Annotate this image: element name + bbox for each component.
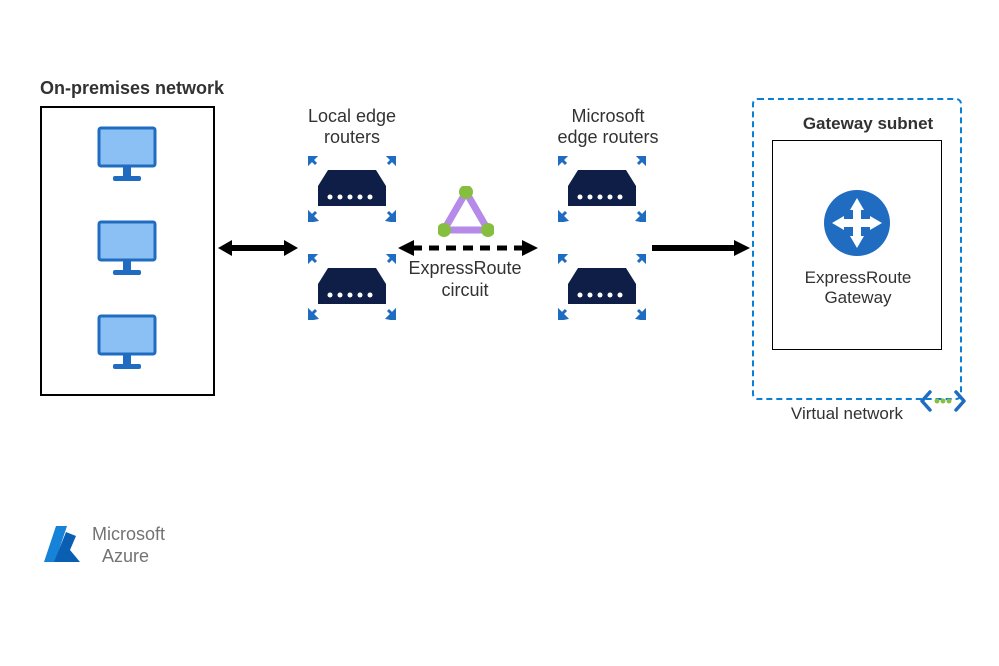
label-line: ExpressRoute bbox=[805, 268, 912, 287]
azure-logo-icon bbox=[40, 522, 86, 568]
router-icon bbox=[558, 254, 646, 320]
label-line: Microsoft bbox=[92, 524, 165, 544]
label-line: Local edge bbox=[308, 106, 396, 126]
label-line: Microsoft bbox=[571, 106, 644, 126]
virtual-network-label: Virtual network bbox=[772, 404, 922, 424]
onprem-title: On-premises network bbox=[40, 78, 224, 99]
router-icon bbox=[308, 156, 396, 222]
monitor-icon bbox=[95, 310, 159, 374]
gateway-label: ExpressRoute Gateway bbox=[788, 268, 928, 309]
label-line: edge routers bbox=[557, 127, 658, 147]
local-routers-label: Local edge routers bbox=[282, 106, 422, 147]
label-line: circuit bbox=[441, 280, 488, 300]
label-line: Azure bbox=[102, 546, 149, 566]
label-line: Gateway bbox=[824, 288, 891, 307]
gateway-subnet-title: Gateway subnet bbox=[788, 114, 948, 134]
virtual-network-icon bbox=[918, 388, 968, 414]
monitor-icon bbox=[95, 216, 159, 280]
router-icon bbox=[308, 254, 396, 320]
label-line: ExpressRoute bbox=[408, 258, 521, 278]
label-line: routers bbox=[324, 127, 380, 147]
circuit-label: ExpressRoute circuit bbox=[400, 258, 530, 301]
arrow-right-icon bbox=[652, 237, 750, 259]
dashed-bidirectional-arrow-icon bbox=[398, 237, 538, 259]
monitor-icon bbox=[95, 122, 159, 186]
expressroute-circuit-icon bbox=[438, 186, 494, 238]
router-icon bbox=[558, 156, 646, 222]
azure-brand-text: Microsoft Azure bbox=[92, 524, 165, 567]
ms-routers-label: Microsoft edge routers bbox=[538, 106, 678, 147]
expressroute-gateway-icon bbox=[822, 188, 892, 258]
bidirectional-arrow-icon bbox=[218, 237, 298, 259]
